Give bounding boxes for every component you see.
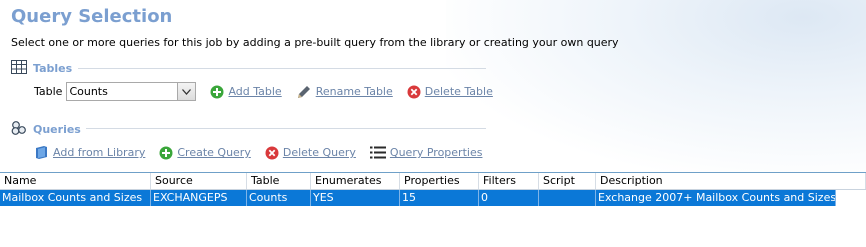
table-label: Table [34, 85, 63, 98]
cell-enumerates: YES [311, 190, 400, 206]
query-properties-button[interactable]: Query Properties [369, 146, 483, 159]
table-select[interactable]: Counts [66, 82, 197, 101]
grid-header: Name Source Table Enumerates Properties … [0, 172, 866, 190]
add-table-label: Add Table [228, 85, 282, 98]
list-icon [369, 146, 386, 159]
rename-table-label: Rename Table [315, 85, 393, 98]
cell-description: Exchange 2007+ Mailbox Counts and Sizes [598, 190, 836, 206]
column-header-properties[interactable]: Properties [400, 173, 479, 189]
queries-grid: Name Source Table Enumerates Properties … [0, 172, 866, 206]
column-header-script[interactable]: Script [539, 173, 596, 189]
column-header-table[interactable]: Table [247, 173, 311, 189]
create-query-button[interactable]: Create Query [159, 146, 251, 160]
cell-source: EXCHANGEPS [151, 190, 247, 206]
query-controls: Add from Library Create Query Delete Que… [34, 145, 482, 160]
cell-table: Counts [247, 190, 311, 206]
column-header-enumerates[interactable]: Enumerates [311, 173, 400, 189]
table-controls: Table Counts Add Table Rename Table Dele… [34, 82, 493, 101]
column-header-description[interactable]: Description [596, 173, 866, 189]
table-select-value: Counts [69, 85, 108, 98]
rename-table-button[interactable]: Rename Table [296, 84, 393, 100]
add-icon [159, 146, 173, 159]
delete-query-button[interactable]: Delete Query [265, 146, 356, 160]
query-properties-label: Query Properties [389, 146, 483, 159]
delete-icon [265, 146, 279, 159]
tables-section-label: Tables [33, 62, 73, 75]
background-glow [446, 0, 866, 175]
pencil-icon [297, 85, 310, 98]
create-query-label: Create Query [177, 146, 251, 159]
cell-name: Mailbox Counts and Sizes [0, 190, 151, 206]
book-icon [36, 146, 47, 159]
add-from-library-button[interactable]: Add from Library [34, 145, 145, 160]
queries-section-header: Queries [11, 121, 81, 138]
cell-script [539, 190, 596, 206]
cell-properties: 15 [400, 190, 479, 206]
column-header-filters[interactable]: Filters [479, 173, 539, 189]
chevron-down-icon[interactable] [177, 83, 196, 100]
queries-divider [86, 128, 486, 129]
tables-section-header: Tables [11, 60, 72, 77]
cell-filters: 0 [479, 190, 539, 206]
tables-divider [78, 68, 486, 69]
delete-table-button[interactable]: Delete Table [407, 85, 493, 99]
delete-icon [407, 85, 421, 98]
queries-section-label: Queries [33, 123, 81, 136]
queries-icon [11, 121, 27, 138]
table-grid-icon [11, 60, 27, 77]
add-table-button[interactable]: Add Table [210, 85, 282, 99]
column-header-source[interactable]: Source [151, 173, 247, 189]
table-row[interactable]: Mailbox Counts and Sizes EXCHANGEPS Coun… [0, 190, 836, 206]
column-header-name[interactable]: Name [0, 173, 151, 189]
add-icon [210, 85, 224, 98]
delete-query-label: Delete Query [282, 146, 356, 159]
add-from-library-label: Add from Library [53, 146, 146, 159]
page-title: Query Selection [11, 6, 173, 27]
delete-table-label: Delete Table [424, 85, 493, 98]
page-subtitle: Select one or more queries for this job … [11, 36, 619, 49]
